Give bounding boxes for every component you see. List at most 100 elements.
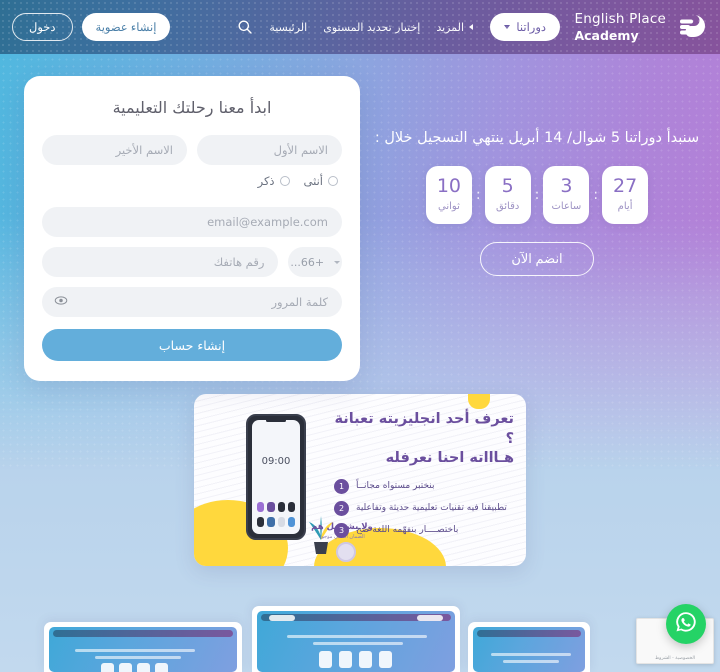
first-name-input[interactable]: [197, 135, 342, 165]
phone-app-icon: [267, 517, 275, 527]
eye-icon[interactable]: [54, 293, 68, 312]
courses-dropdown-label: دوراتنا: [516, 22, 546, 34]
top-navigation-bar: English Place Academy دوراتنا المزيد إخت…: [0, 0, 720, 54]
login-button[interactable]: دخول: [12, 13, 73, 41]
radio-female-icon[interactable]: [328, 176, 338, 186]
phone-app-icon: [267, 502, 275, 512]
tablet-mockup-left: [44, 622, 242, 672]
chevron-left-icon: [469, 24, 473, 30]
brand-text: English Place Academy: [574, 10, 666, 44]
countdown-seconds-value: 10: [436, 175, 462, 198]
countdown-separator: :: [593, 186, 599, 203]
feature-banner-card[interactable]: 09:00 ولا يشيـــل هم الضمان ال: [194, 394, 526, 566]
placeholder-block: [119, 663, 132, 672]
password-input[interactable]: [42, 287, 342, 317]
placeholder-block: [319, 651, 332, 668]
recaptcha-legal-text: الخصوصية - الشروط: [654, 656, 696, 661]
brand-line-2: Academy: [574, 28, 639, 43]
countdown-box-seconds: 10 ثواني: [425, 165, 472, 224]
device-mockups-section: [0, 600, 720, 672]
tablet-left-navbar: [53, 630, 233, 637]
phone-app-icon: [287, 502, 295, 512]
banner-feature-item: تطبيقنا فيه تقنيات تعليمية حديثة وتفاعلي…: [334, 500, 514, 516]
signup-button[interactable]: إنشاء عضوية: [81, 13, 171, 41]
banner-content: تعرف أحد انجليزيته تعبانة ؟ هـاااته احنا…: [334, 410, 514, 545]
countdown-separator: :: [475, 186, 481, 203]
tablet-right-navbar: [477, 630, 581, 637]
phone-input[interactable]: [42, 247, 279, 277]
banner-feature-text: تطبيقنا فيه تقنيات تعليمية حديثة وتفاعلي…: [356, 502, 507, 513]
countdown-minutes-value: 5: [501, 175, 514, 198]
signup-form-card: ابدأ معنا رحلتك التعليمية أنثى ذكر +66..…: [24, 76, 360, 381]
gender-radio-group: أنثى ذكر: [42, 174, 338, 188]
phone-app-icon: [277, 502, 285, 512]
phone-notch: [266, 419, 286, 422]
gender-option-male[interactable]: ذكر: [258, 174, 290, 188]
last-name-input[interactable]: [42, 135, 187, 165]
countdown-timer: 27 أيام : 3 ساعات : 5 دقائق : 10 ثواني: [362, 165, 712, 224]
chevron-down-icon: [334, 260, 341, 264]
countdown-days-label: أيام: [617, 201, 633, 213]
placeholder-line: [313, 642, 403, 645]
brand-line-1: English Place: [574, 11, 666, 28]
navbar-pill: [417, 614, 443, 621]
radio-male-icon[interactable]: [279, 176, 290, 186]
nav-item-more-label: المزيد: [436, 20, 464, 34]
banner-feature-item: بنختبر مستواه مجانــاً 1: [334, 478, 514, 494]
placeholder-line: [503, 660, 559, 663]
tablet-right-screen: [473, 627, 585, 672]
guarantee-seal-icon: [336, 542, 356, 562]
desktop-center-screen: [257, 611, 455, 672]
countdown-box-minutes: 5 دقائق: [484, 165, 531, 224]
whatsapp-float-button[interactable]: [666, 604, 706, 644]
banner-feature-list: بنختبر مستواه مجانــاً 1 تطبيقنا فيه تقن…: [334, 478, 514, 538]
phone-clock-time: 09:00: [261, 456, 291, 467]
placeholder-line: [287, 635, 427, 638]
email-input[interactable]: [42, 207, 342, 237]
placeholder-line: [491, 653, 571, 656]
countdown-hours-value: 3: [560, 175, 573, 198]
join-now-button[interactable]: انضم الآن: [480, 241, 594, 276]
nav-item-more[interactable]: المزيد: [436, 21, 473, 34]
placeholder-line: [95, 656, 181, 659]
nav-item-placement-test[interactable]: إختبار تحديد المستوى: [323, 21, 420, 34]
country-code-value: +66...: [290, 255, 325, 269]
phone-app-icon: [277, 517, 285, 527]
placeholder-block: [359, 651, 372, 668]
signup-form-title: ابدأ معنا رحلتك التعليمية: [112, 98, 272, 117]
whatsapp-icon: [674, 610, 698, 638]
name-fields-row: [42, 135, 342, 165]
english-place-monogram-icon: [674, 10, 708, 44]
banner-feature-number: 2: [334, 500, 349, 516]
brand-logo[interactable]: English Place Academy: [574, 10, 708, 44]
countdown-days-value: 27: [612, 175, 638, 198]
phone-app-icon: [257, 502, 265, 512]
tablet-mockup-right: [468, 622, 590, 672]
courses-dropdown-button[interactable]: دوراتنا: [490, 13, 560, 41]
desktop-mockup-center: [252, 606, 460, 672]
main-navigation: المزيد إختبار تحديد المستوى الرئيسية: [237, 19, 473, 35]
gender-female-label: أنثى: [303, 174, 323, 188]
phone-app-icon: [257, 517, 265, 527]
create-account-button[interactable]: إنشاء حساب: [42, 329, 342, 361]
countdown-promo-section: سنبدأ دوراتنا 5 شوال/ 14 أبريل ينتهي الت…: [362, 128, 712, 276]
placeholder-block: [137, 663, 150, 672]
countdown-separator: :: [534, 186, 540, 203]
countdown-hours-label: ساعات: [551, 201, 582, 213]
phone-row: +66...: [42, 247, 342, 277]
nav-item-home[interactable]: الرئيسية: [269, 21, 307, 34]
phone-app-row-2: [257, 517, 295, 527]
banner-feature-number: 1: [334, 478, 349, 494]
countdown-box-hours: 3 ساعات: [543, 165, 590, 224]
countdown-box-days: 27 أيام: [602, 165, 649, 224]
gender-option-female[interactable]: أنثى: [304, 174, 338, 188]
placeholder-block: [155, 663, 168, 672]
countdown-minutes-label: دقائق: [495, 201, 520, 213]
password-row: [42, 287, 342, 317]
tablet-left-screen: [49, 627, 237, 672]
placeholder-line: [75, 649, 195, 652]
search-icon[interactable]: [237, 19, 253, 35]
country-code-select[interactable]: +66...: [288, 247, 342, 277]
promo-headline: سنبدأ دوراتنا 5 شوال/ 14 أبريل ينتهي الت…: [374, 130, 700, 146]
chevron-down-icon: [504, 25, 511, 29]
